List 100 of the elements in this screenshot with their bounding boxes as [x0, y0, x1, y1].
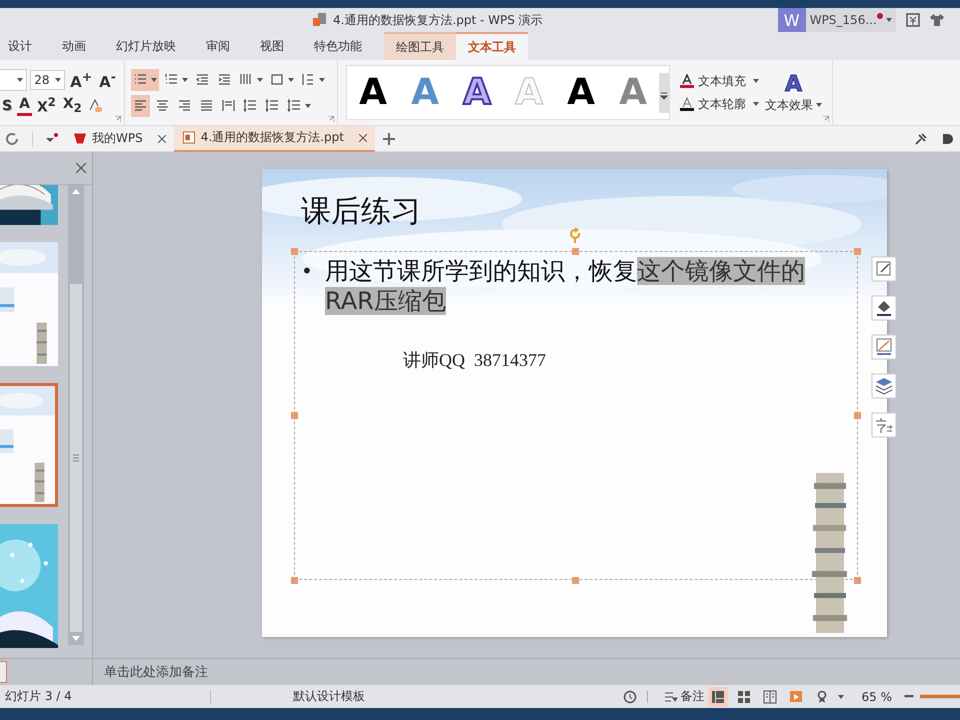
ribbon-tab[interactable]: 绘图工具 — [384, 32, 456, 60]
scrollbar[interactable] — [68, 185, 84, 645]
outline-color-icon — [680, 97, 694, 111]
new-tab-icon[interactable] — [382, 132, 395, 144]
zoom-level: 65 % — [862, 690, 892, 704]
dialog-launcher-icon[interactable] — [823, 116, 829, 122]
wallet-icon[interactable] — [906, 13, 920, 27]
resize-handle[interactable] — [854, 412, 861, 419]
presentation-file-icon — [182, 131, 196, 144]
caret-icon — [319, 78, 325, 82]
document-tab[interactable]: 4.通用的数据恢复方法.ppt — [174, 126, 375, 152]
font-format-button[interactable]: X$_{2}$ — [60, 94, 84, 116]
resize-handle[interactable] — [572, 577, 579, 584]
text-style-option[interactable]: A — [347, 74, 399, 110]
dialog-launcher-icon[interactable] — [328, 116, 334, 122]
caret-icon — [151, 78, 157, 82]
ribbon-tab[interactable]: 动画 — [54, 32, 100, 60]
font-size-button[interactable]: A$^{-}$ — [97, 68, 118, 90]
text-replace-icon[interactable] — [871, 412, 897, 438]
text-style-option[interactable]: A — [555, 74, 607, 110]
paragraph-button[interactable] — [131, 94, 150, 116]
clear-format-icon[interactable] — [86, 98, 103, 114]
slide-thumbnail[interactable] — [0, 185, 58, 225]
line-spacing-icon — [287, 98, 302, 113]
font-name-field[interactable] — [0, 68, 28, 90]
ribbon-tab[interactable]: 视图 — [252, 32, 298, 60]
resize-handle[interactable] — [291, 248, 298, 255]
caret-icon[interactable] — [838, 694, 844, 698]
caret-icon[interactable] — [55, 78, 62, 82]
close-icon[interactable] — [358, 134, 367, 142]
font-size-field[interactable]: 28 — [30, 70, 66, 90]
notes-icon — [664, 690, 678, 704]
history-icon[interactable] — [622, 690, 637, 704]
presentation-file-icon — [313, 13, 327, 27]
ribbon-tab[interactable]: 特色功能 — [306, 32, 376, 60]
slide-sorter-icon[interactable] — [736, 690, 751, 704]
outdent-icon — [195, 72, 210, 87]
ribbon-tab[interactable]: 幻灯片放映 — [108, 32, 190, 60]
caret-icon — [753, 79, 759, 83]
rotate-handle-icon[interactable] — [568, 227, 582, 243]
zoom-out-icon[interactable] — [904, 695, 914, 698]
shirt-icon[interactable] — [930, 13, 944, 27]
skin-icon[interactable] — [940, 132, 954, 146]
font-format-button[interactable]: X$^{2}$ — [34, 94, 58, 116]
indent-icon — [217, 72, 232, 87]
caret-icon — [257, 78, 263, 82]
account-menu[interactable]: W WPS_156... — [778, 8, 896, 32]
font-color-icon — [680, 74, 694, 88]
align-center-icon — [155, 98, 170, 113]
resize-handle[interactable] — [572, 248, 579, 255]
slide-thumbnail[interactable] — [0, 383, 58, 507]
caret-icon — [753, 102, 759, 106]
slideshow-icon[interactable] — [788, 690, 803, 704]
normal-view-icon[interactable] — [708, 686, 728, 706]
award-icon[interactable] — [814, 690, 829, 704]
outline-pen-icon[interactable] — [871, 334, 897, 360]
border-icon — [270, 72, 285, 87]
fill-bucket-icon[interactable] — [871, 295, 897, 321]
close-icon[interactable] — [76, 163, 86, 173]
text-direction-icon — [301, 72, 316, 87]
ribbon-tab[interactable]: 审阅 — [198, 32, 244, 60]
align-right-icon — [177, 98, 192, 113]
notes-button[interactable]: 备注 — [664, 688, 705, 705]
line-spacing-icon — [265, 98, 280, 113]
font-format-button[interactable]: S — [0, 94, 14, 116]
font-size-value: 28 — [34, 72, 50, 86]
ribbon-tab[interactable]: 设计 — [0, 32, 46, 60]
close-icon[interactable] — [158, 134, 166, 142]
resize-handle[interactable] — [291, 577, 298, 584]
dialog-launcher-icon[interactable] — [115, 116, 121, 122]
edit-shape-icon[interactable] — [871, 256, 897, 282]
paragraph-button[interactable] — [131, 68, 159, 90]
slide-thumbnail[interactable] — [0, 524, 58, 648]
notes-placeholder[interactable]: 单击此处添加备注 — [93, 659, 208, 685]
resize-handle[interactable] — [854, 577, 861, 584]
scroll-thumb[interactable] — [70, 284, 82, 632]
ribbon-tab[interactable]: 文本工具 — [456, 32, 528, 60]
grip-icon — [73, 454, 79, 462]
app-logo-icon — [73, 132, 87, 145]
text-effect-button[interactable]: A 文本效果 — [765, 72, 822, 114]
caret-icon — [816, 103, 822, 107]
slide-thumbnail[interactable] — [0, 242, 58, 366]
reading-view-icon[interactable] — [762, 690, 777, 704]
bullet-point: • — [301, 258, 314, 285]
document-tab[interactable]: 我的WPS — [65, 126, 174, 152]
pin-icon[interactable] — [914, 132, 928, 146]
layers-icon[interactable] — [871, 373, 897, 399]
resize-handle[interactable] — [291, 412, 298, 419]
font-size-button[interactable]: A$^{+}$ — [68, 68, 94, 90]
text-outline-button[interactable]: 文本轮廓 — [680, 96, 759, 112]
instructor-contact: 讲师QQ 38714377 — [403, 349, 546, 372]
panel-tab[interactable] — [0, 661, 7, 683]
redo-icon[interactable] — [6, 132, 20, 146]
resize-handle[interactable] — [854, 248, 861, 255]
font-format-button[interactable]: A — [17, 96, 32, 116]
justify-icon — [199, 98, 214, 113]
caret-icon[interactable] — [17, 78, 24, 82]
text-style-option[interactable]: A — [607, 74, 659, 110]
text-fill-button[interactable]: 文本填充 — [680, 72, 759, 90]
caret-icon — [288, 78, 294, 82]
